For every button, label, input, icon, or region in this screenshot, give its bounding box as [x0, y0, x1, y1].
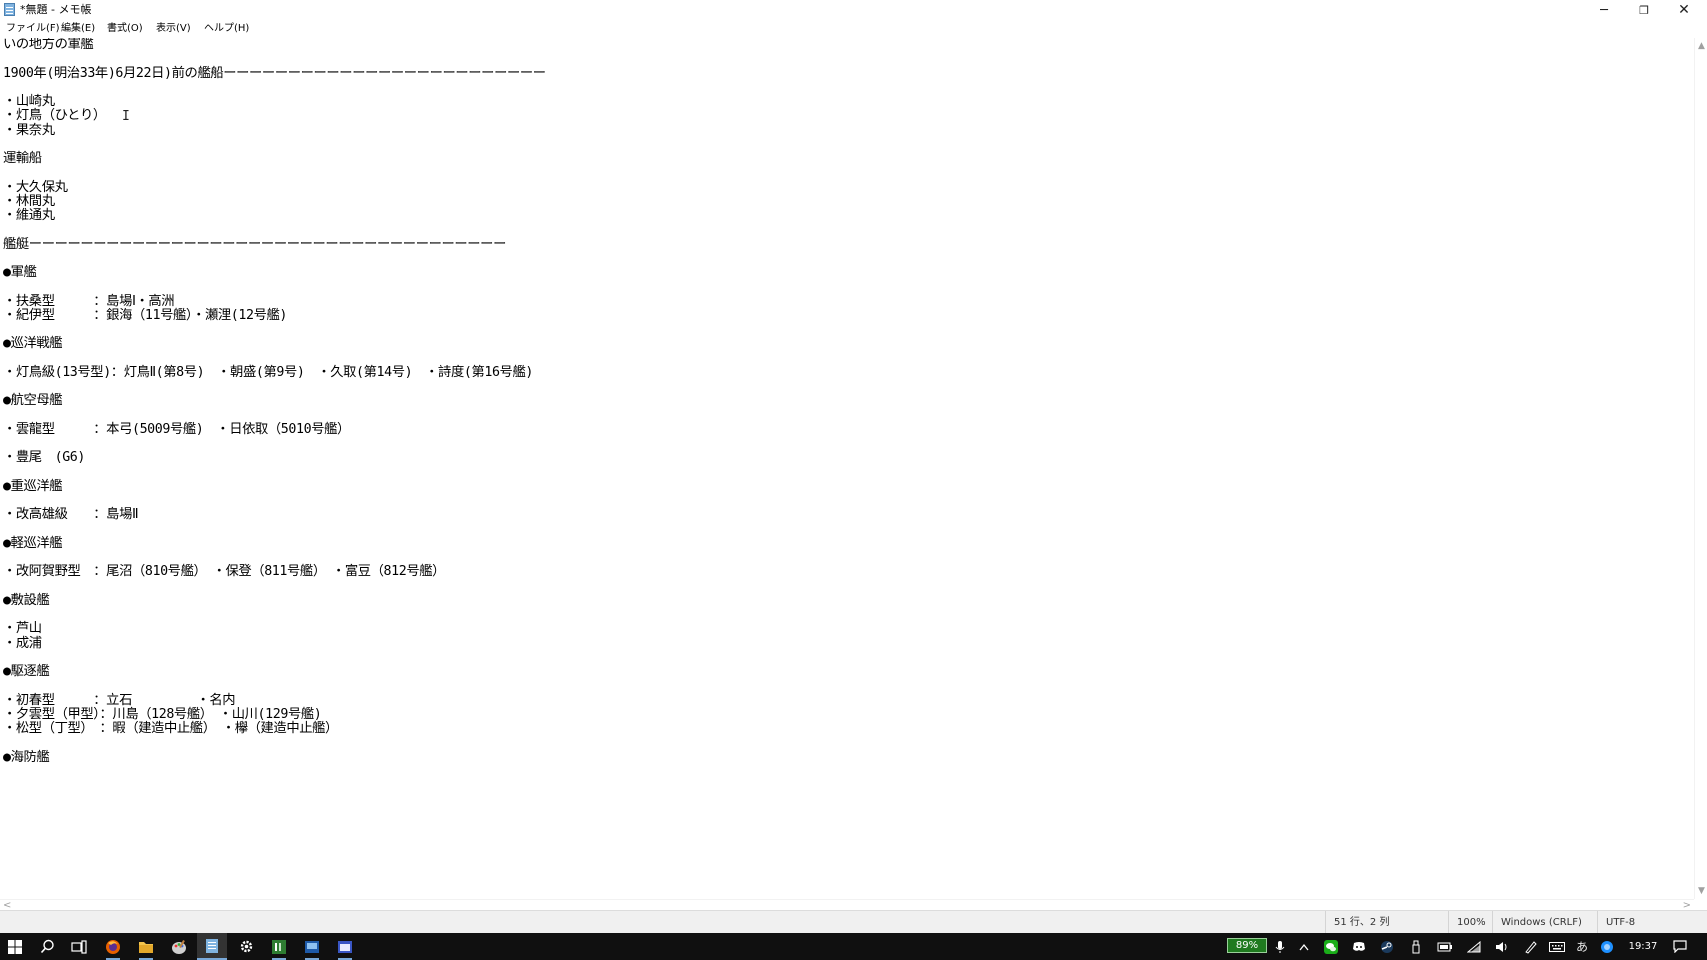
app-blue-icon[interactable] [297, 933, 327, 960]
windows-start-icon[interactable] [0, 933, 30, 960]
clock[interactable]: 19:37 [1628, 933, 1658, 960]
pen-icon[interactable] [1519, 933, 1543, 960]
window-title: *無題 - メモ帳 [20, 3, 92, 16]
app-window-icon[interactable] [330, 933, 360, 960]
menu-bar: ファイル(F) 編集(E) 書式(O) 表示(V) ヘルプ(H) [0, 20, 1707, 39]
menu-help[interactable]: ヘルプ(H) [203, 22, 250, 36]
taskbar: 89% あ 19:37 [0, 933, 1707, 960]
discord-icon[interactable] [1347, 933, 1371, 960]
menu-edit[interactable]: 編集(E) [60, 22, 96, 36]
mic-icon[interactable] [1268, 933, 1292, 960]
wifi-icon[interactable] [1462, 933, 1486, 960]
encoding: UTF-8 [1597, 911, 1707, 934]
settings-icon[interactable] [231, 933, 261, 960]
paint-icon[interactable] [164, 933, 194, 960]
wechat-icon[interactable] [1319, 933, 1343, 960]
keyboard-icon[interactable] [1545, 933, 1569, 960]
menu-format[interactable]: 書式(O) [106, 22, 144, 36]
volume-icon[interactable] [1490, 933, 1514, 960]
status-bar: 51 行、2 列 100% Windows (CRLF) UTF-8 [0, 910, 1707, 934]
title-bar[interactable]: *無題 - メモ帳 ─ ❐ ✕ [0, 0, 1707, 20]
app-terminal-icon[interactable] [264, 933, 294, 960]
battery-indicator[interactable]: 89% [1227, 938, 1267, 953]
notepad-icon [4, 3, 15, 16]
scroll-up-icon[interactable]: ▲ [1695, 40, 1707, 52]
battery-icon[interactable] [1433, 933, 1457, 960]
line-ending: Windows (CRLF) [1492, 911, 1597, 934]
scroll-corner [1694, 899, 1707, 910]
task-view-icon[interactable] [64, 933, 94, 960]
usb-icon[interactable] [1404, 933, 1428, 960]
search-icon[interactable] [32, 933, 62, 960]
file-explorer-icon[interactable] [131, 933, 161, 960]
text-editor[interactable]: いの地方の軍艦 1900年(明治33年)6月22日)前の艦船ーーーーーーーーーー… [0, 38, 1694, 899]
notification-icon[interactable] [1668, 933, 1692, 960]
text-cursor-icon: I [122, 109, 130, 124]
ime-icon[interactable]: あ [1570, 933, 1594, 960]
restore-button[interactable]: ❐ [1624, 0, 1664, 20]
cursor-position: 51 行、2 列 [1325, 911, 1448, 934]
close-button[interactable]: ✕ [1664, 0, 1704, 20]
vertical-scrollbar[interactable]: ▲ ▼ [1694, 38, 1707, 899]
minimize-button[interactable]: ─ [1584, 0, 1624, 20]
notepad-taskbar-icon[interactable] [197, 933, 227, 960]
menu-view[interactable]: 表示(V) [155, 22, 192, 36]
steam-icon[interactable] [1375, 933, 1399, 960]
document-text[interactable]: いの地方の軍艦 1900年(明治33年)6月22日)前の艦船ーーーーーーーーーー… [3, 38, 546, 765]
menu-file[interactable]: ファイル(F) [5, 22, 61, 36]
scroll-down-icon[interactable]: ▼ [1695, 885, 1707, 897]
onedrive-icon[interactable] [1595, 933, 1619, 960]
firefox-icon[interactable] [98, 933, 128, 960]
chevron-up-icon[interactable] [1292, 933, 1316, 960]
